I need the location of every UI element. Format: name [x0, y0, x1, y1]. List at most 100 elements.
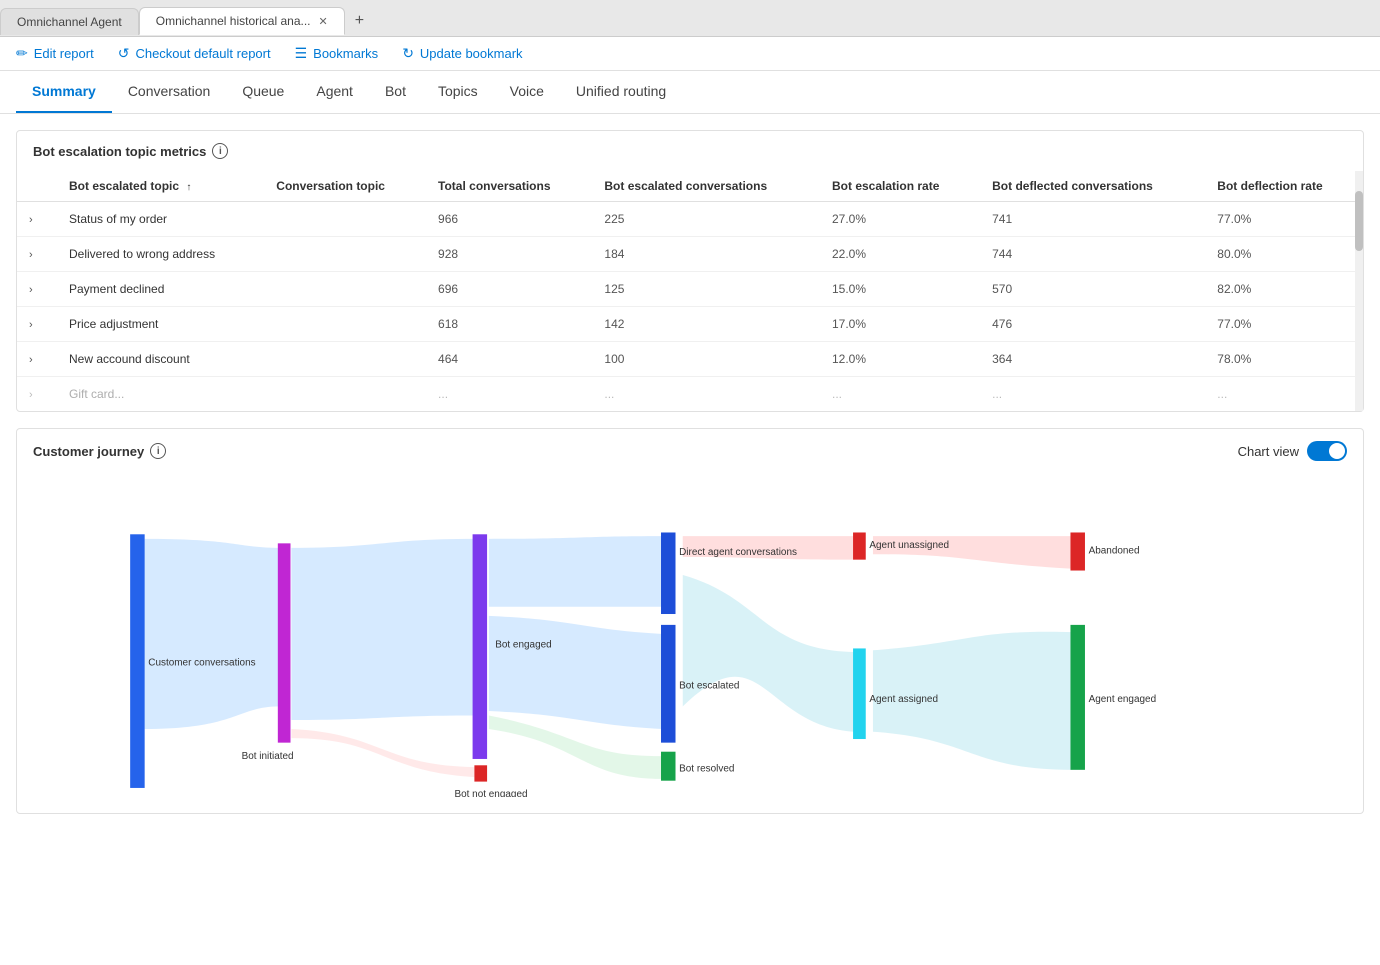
label-bot-not-engaged: Bot not engaged — [454, 789, 527, 797]
expand-icon[interactable]: › — [29, 214, 33, 226]
conv-topic-cell — [264, 377, 426, 412]
bot-escalation-title: Bot escalation topic metrics — [33, 144, 206, 159]
expand-icon[interactable]: › — [29, 284, 33, 296]
new-tab-button[interactable]: + — [345, 6, 374, 36]
bookmarks-label: Bookmarks — [313, 46, 378, 61]
node-customer-conv — [130, 534, 144, 788]
node-bot-escalated — [661, 625, 675, 743]
bookmarks-button[interactable]: ☰ Bookmarks — [295, 45, 379, 62]
main-content: Bot escalation topic metrics i Bot escal… — [0, 114, 1380, 846]
total-conv-cell: 618 — [426, 307, 592, 342]
label-bot-initiated: Bot initiated — [242, 751, 294, 762]
bot-esc-rate-cell: ... — [820, 377, 980, 412]
tab-label: Omnichannel Agent — [17, 15, 122, 29]
conv-topic-cell — [264, 202, 426, 237]
expand-icon[interactable]: › — [29, 249, 33, 261]
checkout-label: Checkout default report — [135, 46, 270, 61]
tab-queue[interactable]: Queue — [226, 71, 300, 113]
node-agent-engaged — [1070, 625, 1084, 770]
customer-journey-card: Customer journey i Chart view — [16, 428, 1364, 814]
scrollbar-track[interactable] — [1355, 171, 1363, 411]
table-header-row: Bot escalated topic ↑ Conversation topic… — [17, 171, 1363, 202]
tab-conversation[interactable]: Conversation — [112, 71, 227, 113]
col-conversation-topic: Conversation topic — [264, 171, 426, 202]
conv-topic-cell — [264, 237, 426, 272]
bot-esc-rate-cell: 12.0% — [820, 342, 980, 377]
tab-agent[interactable]: Agent — [300, 71, 369, 113]
expand-cell[interactable]: › — [17, 202, 57, 237]
scrollbar-thumb[interactable] — [1355, 191, 1363, 251]
bot-escalation-table-wrapper: Bot escalated topic ↑ Conversation topic… — [17, 171, 1363, 411]
conv-topic-cell — [264, 307, 426, 342]
edit-report-label: Edit report — [34, 46, 94, 61]
bot-escalation-info-icon[interactable]: i — [212, 143, 228, 159]
flow-bot-escalated — [489, 616, 663, 729]
flow-agent-assigned — [683, 575, 855, 732]
expand-cell[interactable]: › — [17, 307, 57, 342]
bot-def-conv-cell: 741 — [980, 202, 1205, 237]
label-bot-engaged: Bot engaged — [495, 640, 551, 651]
label-bot-escalated: Bot escalated — [679, 680, 739, 691]
tab-omnichannel-agent[interactable]: Omnichannel Agent — [0, 8, 139, 35]
node-bot-not-engaged — [474, 765, 487, 781]
bot-escalation-card: Bot escalation topic metrics i Bot escal… — [16, 130, 1364, 412]
tab-bot[interactable]: Bot — [369, 71, 422, 113]
col-bot-escalated-topic: Bot escalated topic ↑ — [57, 171, 264, 202]
label-customer-conv: Customer conversations — [148, 658, 255, 669]
flow-bot-init-engaged — [291, 539, 474, 720]
node-agent-assigned — [853, 648, 866, 739]
update-bookmark-label: Update bookmark — [420, 46, 523, 61]
expand-cell[interactable]: › — [17, 342, 57, 377]
bot-esc-conv-cell: 125 — [592, 272, 820, 307]
bot-esc-conv-cell: 100 — [592, 342, 820, 377]
expand-icon[interactable]: › — [29, 389, 33, 401]
tab-omnichannel-historical[interactable]: Omnichannel historical ana... ✕ — [139, 7, 345, 35]
customer-journey-title: Customer journey — [33, 444, 144, 459]
node-agent-unassigned — [853, 532, 866, 559]
chart-view-toggle[interactable]: Chart view — [1238, 441, 1347, 461]
toggle-knob — [1329, 443, 1345, 459]
update-bookmark-button[interactable]: ↻ Update bookmark — [402, 45, 522, 62]
total-conv-cell: 928 — [426, 237, 592, 272]
expand-cell[interactable]: › — [17, 377, 57, 412]
tab-label: Omnichannel historical ana... — [156, 14, 311, 28]
tab-unified-routing[interactable]: Unified routing — [560, 71, 682, 113]
flow-bot-not-engaged — [291, 729, 474, 777]
topic-cell: Status of my order — [57, 202, 264, 237]
bot-esc-rate-cell: 27.0% — [820, 202, 980, 237]
label-agent-engaged: Agent engaged — [1089, 694, 1157, 705]
close-tab-icon[interactable]: ✕ — [319, 15, 328, 28]
table-row: › Payment declined 696 125 15.0% 570 82.… — [17, 272, 1363, 307]
label-agent-unassigned: Agent unassigned — [869, 540, 949, 551]
label-direct-agent: Direct agent conversations — [679, 547, 797, 558]
bot-def-conv-cell: 570 — [980, 272, 1205, 307]
sort-icon[interactable]: ↑ — [186, 182, 191, 193]
update-icon: ↻ — [402, 45, 414, 62]
topic-cell: Delivered to wrong address — [57, 237, 264, 272]
bot-def-conv-cell: 364 — [980, 342, 1205, 377]
customer-journey-info-icon[interactable]: i — [150, 443, 166, 459]
total-conv-cell: 696 — [426, 272, 592, 307]
sankey-svg: Customer conversations Bot initiated Bot… — [33, 489, 1347, 797]
bot-def-conv-cell: 744 — [980, 237, 1205, 272]
expand-cell[interactable]: › — [17, 272, 57, 307]
expand-cell[interactable]: › — [17, 237, 57, 272]
edit-report-button[interactable]: ✏ Edit report — [16, 45, 94, 62]
tab-summary[interactable]: Summary — [16, 71, 112, 113]
table-row: › New accound discount 464 100 12.0% 364… — [17, 342, 1363, 377]
bot-def-rate-cell: ... — [1205, 377, 1363, 412]
tab-voice[interactable]: Voice — [494, 71, 560, 113]
checkout-default-button[interactable]: ↺ Checkout default report — [118, 45, 271, 62]
chart-view-switch[interactable] — [1307, 441, 1347, 461]
bot-escalation-table: Bot escalated topic ↑ Conversation topic… — [17, 171, 1363, 411]
bot-esc-rate-cell: 22.0% — [820, 237, 980, 272]
total-conv-cell: 464 — [426, 342, 592, 377]
topic-cell: Gift card... — [57, 377, 264, 412]
node-bot-initiated — [278, 543, 291, 742]
expand-icon[interactable]: › — [29, 354, 33, 366]
tab-topics[interactable]: Topics — [422, 71, 494, 113]
expand-icon[interactable]: › — [29, 319, 33, 331]
topic-cell: New accound discount — [57, 342, 264, 377]
bot-def-conv-cell: 476 — [980, 307, 1205, 342]
sankey-chart-container: Customer conversations Bot initiated Bot… — [17, 473, 1363, 813]
